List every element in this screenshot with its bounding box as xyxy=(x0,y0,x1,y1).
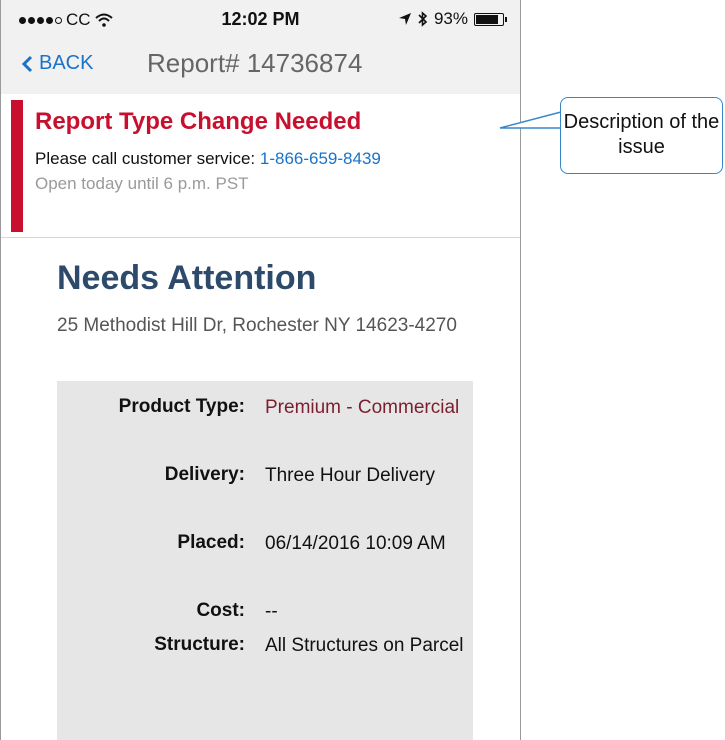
alert-title: Report Type Change Needed xyxy=(35,108,362,135)
detail-label: Cost: xyxy=(196,600,245,621)
detail-value: Premium - Commercial xyxy=(265,397,460,418)
report-address: 25 Methodist Hill Dr, Rochester NY 14623… xyxy=(57,315,457,336)
issue-description-callout: Description of the issue xyxy=(560,97,723,174)
detail-label: Structure: xyxy=(154,634,245,655)
alert-message: Please call customer service: 1-866-659-… xyxy=(35,149,381,169)
page-title: Report# 14736874 xyxy=(147,48,363,78)
battery-fill xyxy=(476,14,499,24)
back-button[interactable]: BACK xyxy=(21,52,93,75)
detail-value: 06/14/2016 10:09 AM xyxy=(265,533,446,554)
report-status-heading: Needs Attention xyxy=(57,259,317,297)
alert-message-text: Please call customer service: xyxy=(35,149,260,168)
status-bar: CC 12:02 PM 93% xyxy=(1,0,520,40)
detail-value: -- xyxy=(265,601,278,622)
bluetooth-icon xyxy=(418,11,428,27)
detail-label: Product Type: xyxy=(118,396,245,417)
status-right: 93% xyxy=(398,9,507,29)
report-content: Needs Attention 25 Methodist Hill Dr, Ro… xyxy=(1,237,520,740)
alert-hours: Open today until 6 p.m. PST xyxy=(35,174,249,193)
battery-percent: 93% xyxy=(433,9,468,28)
detail-label: Placed: xyxy=(177,532,245,553)
issue-alert: Report Type Change Needed Please call cu… xyxy=(1,94,520,238)
back-label: BACK xyxy=(39,52,94,74)
detail-value: All Structures on Parcel xyxy=(265,635,464,656)
report-details-panel: Product Type: Premium - Commercial Deliv… xyxy=(57,381,473,740)
battery-icon xyxy=(474,12,507,26)
alert-indicator-bar xyxy=(11,100,23,232)
location-arrow-icon xyxy=(398,13,411,25)
phone-screen: CC 12:02 PM 93% BACK Report# 14736874 Re… xyxy=(0,0,521,740)
detail-label: Delivery: xyxy=(164,464,245,485)
chevron-left-icon xyxy=(21,55,33,72)
top-bar: CC 12:02 PM 93% BACK Report# 14736874 xyxy=(1,0,520,94)
customer-service-phone-link[interactable]: 1-866-659-8439 xyxy=(260,149,381,168)
detail-value: Three Hour Delivery xyxy=(265,465,435,486)
navigation-bar: BACK Report# 14736874 xyxy=(1,46,520,86)
